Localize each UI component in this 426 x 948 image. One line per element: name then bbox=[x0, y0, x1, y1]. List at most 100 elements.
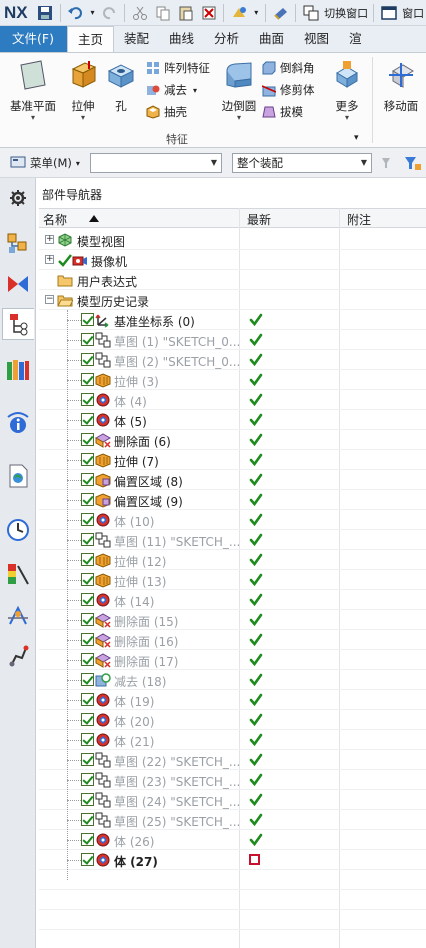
tab-render[interactable]: 渲 bbox=[339, 26, 362, 52]
group-expand-icon[interactable]: ▾ bbox=[354, 133, 359, 143]
history-feature-row[interactable]: 体 (14) bbox=[39, 590, 426, 610]
visibility-checkbox[interactable] bbox=[81, 413, 94, 426]
gear-icon[interactable] bbox=[2, 182, 34, 214]
history-feature-row[interactable]: 拉伸 (12) bbox=[39, 550, 426, 570]
history-feature-row[interactable]: 拉伸 (7) bbox=[39, 450, 426, 470]
history-feature-row[interactable]: 体 (10) bbox=[39, 510, 426, 530]
history-feature-row[interactable]: 草图 (1) "SKETCH_0... bbox=[39, 330, 426, 350]
edge-blend-button[interactable]: 边倒圆 ▾ bbox=[214, 59, 264, 122]
visibility-checkbox[interactable] bbox=[81, 353, 94, 366]
expand-plus-icon[interactable]: + bbox=[45, 255, 54, 264]
column-header-updated[interactable]: 最新 bbox=[247, 211, 271, 228]
tab-curve[interactable]: 曲线 bbox=[159, 26, 204, 52]
visibility-checkbox[interactable] bbox=[81, 713, 94, 726]
save-icon[interactable] bbox=[36, 3, 55, 23]
visibility-checkbox[interactable] bbox=[81, 673, 94, 686]
history-feature-row[interactable]: 草图 (11) "SKETCH_... bbox=[39, 530, 426, 550]
visibility-checkbox[interactable] bbox=[81, 593, 94, 606]
chamfer-button[interactable]: 倒斜角 bbox=[262, 59, 315, 77]
trim-body-button[interactable]: 修剪体 bbox=[262, 81, 315, 99]
filter-funnel-icon[interactable] bbox=[404, 155, 422, 174]
tab-surface[interactable]: 曲面 bbox=[249, 26, 294, 52]
chevron-down-icon[interactable]: ▾ bbox=[89, 3, 97, 23]
sort-ascending-icon[interactable] bbox=[89, 215, 99, 222]
undo-icon[interactable] bbox=[66, 3, 85, 23]
visibility-checkbox[interactable] bbox=[81, 833, 94, 846]
visibility-checkbox[interactable] bbox=[81, 453, 94, 466]
switch-window-icon[interactable] bbox=[301, 3, 320, 23]
select-filter-icon[interactable] bbox=[380, 155, 396, 174]
collapse-minus-icon[interactable]: − bbox=[45, 295, 54, 304]
history-feature-row[interactable]: 偏置区域 (8) bbox=[39, 470, 426, 490]
history-feature-row[interactable]: 偏置区域 (9) bbox=[39, 490, 426, 510]
hole-button[interactable]: 孔 bbox=[96, 59, 146, 114]
touch-mode-icon[interactable] bbox=[271, 3, 290, 23]
tab-file[interactable]: 文件(F) bbox=[0, 26, 67, 52]
selection-scope-select[interactable]: 整个装配 ▼ bbox=[232, 153, 372, 173]
history-feature-row[interactable]: 草图 (22) "SKETCH_... bbox=[39, 750, 426, 770]
history-feature-row[interactable]: 体 (21) bbox=[39, 730, 426, 750]
history-feature-row[interactable]: 体 (27) bbox=[39, 850, 426, 870]
visibility-checkbox[interactable] bbox=[81, 313, 94, 326]
expand-plus-icon[interactable]: + bbox=[45, 235, 54, 244]
visibility-checkbox[interactable] bbox=[81, 633, 94, 646]
constraint-navigator-icon[interactable] bbox=[2, 268, 34, 300]
column-header-name[interactable]: 名称 bbox=[43, 211, 67, 228]
visibility-checkbox[interactable] bbox=[81, 533, 94, 546]
visibility-checkbox[interactable] bbox=[81, 573, 94, 586]
web-browser-icon[interactable] bbox=[2, 460, 34, 492]
visibility-checkbox[interactable] bbox=[81, 793, 94, 806]
move-face-button[interactable]: 移动面 bbox=[376, 59, 426, 114]
visibility-checkbox[interactable] bbox=[81, 393, 94, 406]
tab-view[interactable]: 视图 bbox=[294, 26, 339, 52]
shell-button[interactable]: 抽壳 bbox=[146, 103, 187, 121]
history-feature-row[interactable]: 草图 (23) "SKETCH_... bbox=[39, 770, 426, 790]
redo-icon[interactable] bbox=[100, 3, 119, 23]
history-feature-row[interactable]: 体 (20) bbox=[39, 710, 426, 730]
visibility-checkbox[interactable] bbox=[81, 613, 94, 626]
tab-analysis[interactable]: 分析 bbox=[204, 26, 249, 52]
copy-icon[interactable] bbox=[153, 3, 172, 23]
history-feature-row[interactable]: 删除面 (15) bbox=[39, 610, 426, 630]
history-feature-row[interactable]: 体 (5) bbox=[39, 410, 426, 430]
history-feature-row[interactable]: 删除面 (17) bbox=[39, 650, 426, 670]
visibility-checkbox[interactable] bbox=[81, 653, 94, 666]
visibility-checkbox[interactable] bbox=[81, 813, 94, 826]
history-feature-row[interactable]: 体 (19) bbox=[39, 690, 426, 710]
history-feature-row[interactable]: 基准坐标系 (0) bbox=[39, 310, 426, 330]
history-feature-row[interactable]: 草图 (25) "SKETCH_... bbox=[39, 810, 426, 830]
pattern-feature-button[interactable]: 阵列特征 bbox=[146, 59, 210, 77]
cut-icon[interactable] bbox=[130, 3, 149, 23]
history-feature-row[interactable]: 删除面 (6) bbox=[39, 430, 426, 450]
tree-node-model-history[interactable]: − 模型历史记录 bbox=[39, 290, 426, 310]
roles-icon[interactable] bbox=[2, 600, 34, 632]
delete-icon[interactable] bbox=[199, 3, 218, 23]
visibility-checkbox[interactable] bbox=[81, 733, 94, 746]
more-button[interactable]: 更多 ▾ bbox=[322, 59, 372, 122]
history-feature-row[interactable]: 减去 (18) bbox=[39, 670, 426, 690]
visibility-checkbox[interactable] bbox=[81, 333, 94, 346]
menu-button[interactable]: 菜单(M) ▾ bbox=[10, 154, 80, 172]
part-navigator-icon[interactable] bbox=[2, 308, 34, 340]
visibility-checkbox[interactable] bbox=[81, 773, 94, 786]
visibility-checkbox[interactable] bbox=[81, 553, 94, 566]
subtract-button[interactable]: 减去 ▾ bbox=[146, 81, 197, 99]
tab-home[interactable]: 主页 bbox=[66, 26, 114, 52]
history-feature-row[interactable]: 拉伸 (3) bbox=[39, 370, 426, 390]
datum-plane-button[interactable]: 基准平面 ▾ bbox=[8, 59, 58, 122]
history-feature-row[interactable]: 草图 (2) "SKETCH_0... bbox=[39, 350, 426, 370]
reuse-library-icon[interactable] bbox=[2, 354, 34, 386]
visibility-checkbox[interactable] bbox=[81, 373, 94, 386]
history-feature-row[interactable]: 草图 (24) "SKETCH_... bbox=[39, 790, 426, 810]
tree-node-model-views[interactable]: + 模型视图 bbox=[39, 230, 426, 250]
type-filter-select[interactable]: ▼ bbox=[90, 153, 222, 173]
assembly-navigator-icon[interactable] bbox=[2, 228, 34, 260]
visibility-checkbox[interactable] bbox=[81, 513, 94, 526]
visibility-checkbox[interactable] bbox=[81, 753, 94, 766]
visibility-checkbox[interactable] bbox=[81, 853, 94, 866]
visibility-checkbox[interactable] bbox=[81, 473, 94, 486]
column-header-comment[interactable]: 附注 bbox=[347, 211, 371, 228]
chevron-down-icon[interactable]: ▾ bbox=[252, 3, 260, 23]
draft-button[interactable]: 拔模 bbox=[262, 103, 303, 121]
history-clock-icon[interactable] bbox=[2, 514, 34, 546]
